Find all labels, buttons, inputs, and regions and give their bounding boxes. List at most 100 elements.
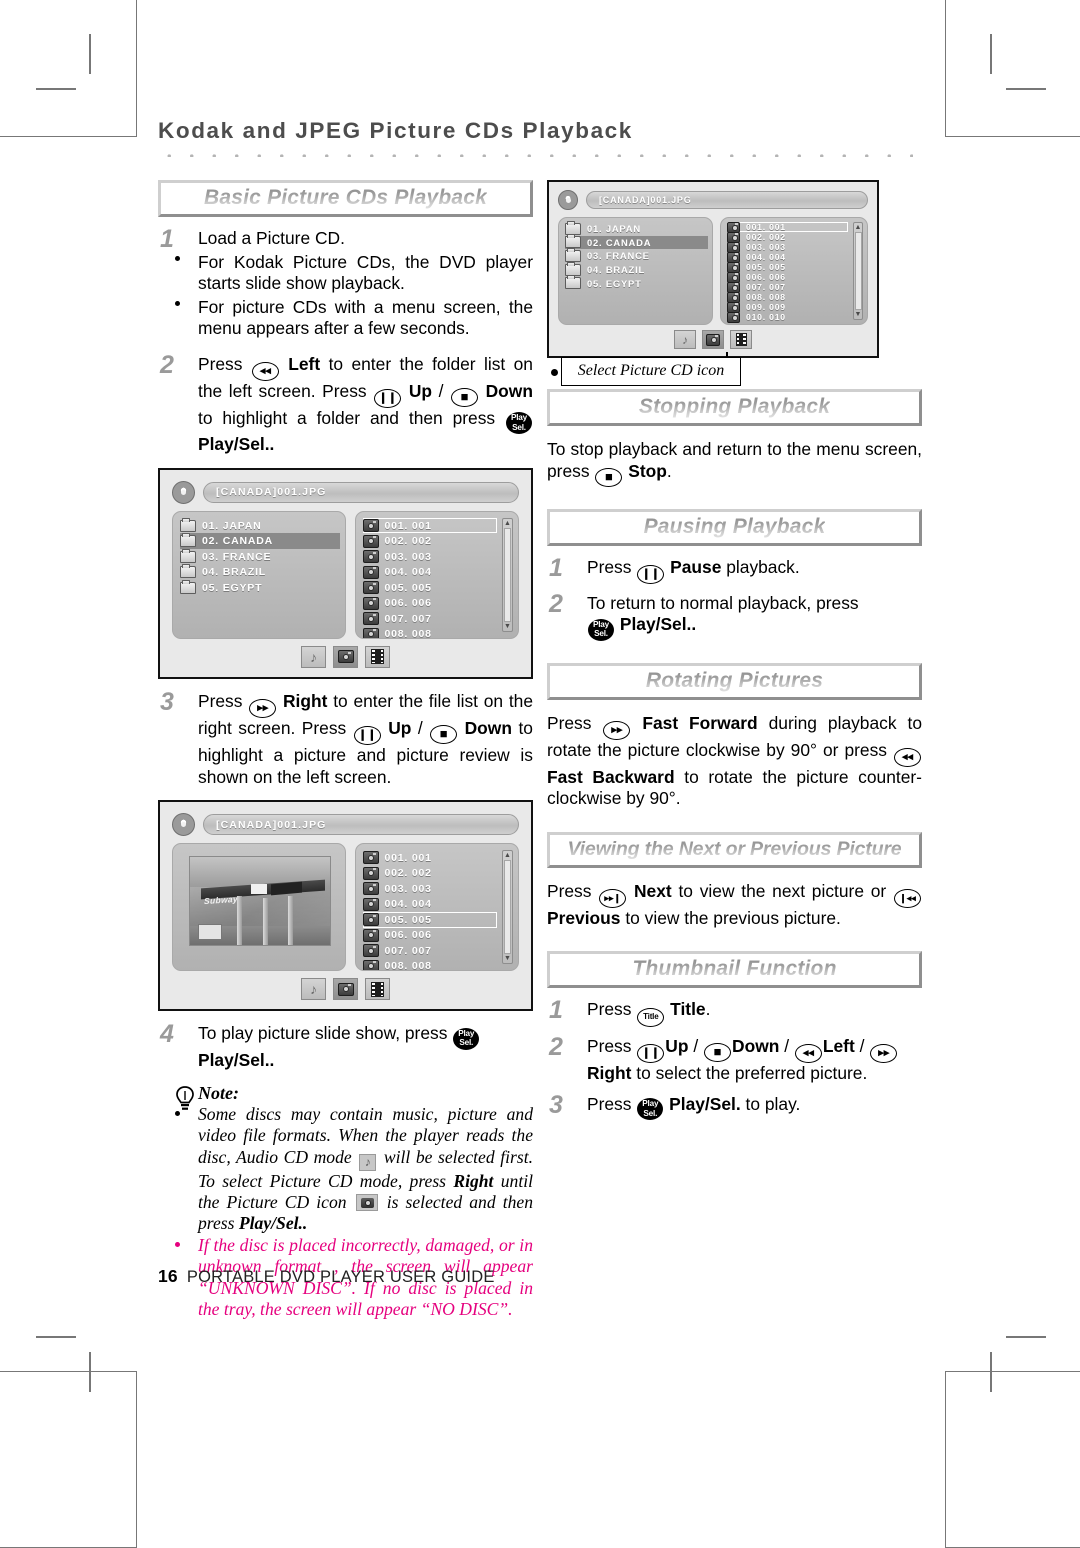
scroll-up-arrow-icon[interactable]: ▲ <box>855 224 862 231</box>
up-label: Up <box>408 380 432 401</box>
folder-row[interactable]: 01. JAPAN <box>180 517 340 534</box>
scroll-down-arrow-icon[interactable]: ▼ <box>504 955 511 962</box>
music-mode-button[interactable]: ♪ <box>301 978 326 1001</box>
file-list[interactable]: 001. 001 002. 002 003. 003 004. 004 005.… <box>727 221 848 323</box>
osd-panes: 01. JAPAN 02. CANADA 03. FRANCE 04. BRAZ… <box>172 510 519 639</box>
file-label: 007. 007 <box>384 612 432 625</box>
file-row[interactable]: 004. 004 <box>727 251 848 263</box>
folder-row-selected[interactable]: 02. CANADA <box>180 533 340 549</box>
step-4-play-slideshow: 4 To play picture slide show, press Play… <box>158 1020 533 1071</box>
file-list[interactable]: 001. 001 002. 002 003. 003 004. 004 005.… <box>362 850 498 971</box>
folder-label: 05. EGYPT <box>587 277 642 289</box>
osd-panes: Subway 001. 001 002. 002 003. 003 004. 0… <box>172 843 519 972</box>
file-pane[interactable]: 001. 001 002. 002 003. 003 004. 004 005.… <box>720 217 868 325</box>
stop-key-icon: ■ <box>595 467 623 487</box>
file-row[interactable]: 005. 005 <box>727 261 848 273</box>
file-row[interactable]: 006. 006 <box>362 595 498 611</box>
camera-icon <box>337 982 354 996</box>
file-row[interactable]: 008. 008 <box>362 626 498 638</box>
music-mode-button[interactable]: ♪ <box>301 645 326 668</box>
file-label: 005. 005 <box>746 262 786 272</box>
picture-mode-button[interactable] <box>702 330 724 349</box>
folder-label: 04. BRAZIL <box>202 566 267 579</box>
file-row[interactable]: 008. 008 <box>362 959 498 971</box>
file-row[interactable]: 008. 008 <box>727 291 848 303</box>
file-row[interactable]: 003. 003 <box>727 241 848 253</box>
scrollbar-thumb[interactable] <box>854 232 862 310</box>
file-row[interactable]: 009. 009 <box>727 301 848 313</box>
picture-file-icon <box>727 221 740 233</box>
folder-row[interactable]: 03. FRANCE <box>565 247 708 263</box>
fast-backward-label: Fast Backward <box>547 766 675 787</box>
file-row[interactable]: 007. 007 <box>362 611 498 627</box>
crop-corner-box-bl <box>0 1371 137 1548</box>
file-row[interactable]: 007. 007 <box>727 281 848 293</box>
folder-row-selected[interactable]: 02. CANADA <box>565 234 708 250</box>
osd-title-text: [CANADA]001.JPG <box>599 195 692 205</box>
music-mode-button[interactable]: ♪ <box>674 330 696 349</box>
note-right-bold: Right <box>453 1170 494 1191</box>
file-pane[interactable]: 001. 001 002. 002 003. 003 004. 004 005.… <box>354 843 519 972</box>
file-row-selected[interactable]: 001. 001 <box>362 517 497 534</box>
stopping-playback-body: To stop playback and return to the menu … <box>547 439 922 487</box>
file-row-selected[interactable]: 001. 001 <box>727 221 848 233</box>
scroll-down-arrow-icon[interactable]: ▼ <box>504 623 511 630</box>
file-list[interactable]: 001. 001 002. 002 003. 003 004. 004 005.… <box>362 517 498 638</box>
file-list-scrollbar[interactable]: ▲ ▼ <box>502 850 513 965</box>
scroll-up-arrow-icon[interactable]: ▲ <box>504 520 511 527</box>
file-row[interactable]: 002. 002 <box>362 533 498 549</box>
file-row[interactable]: 003. 003 <box>362 549 498 565</box>
file-row[interactable]: 006. 006 <box>727 271 848 283</box>
title-label: Title <box>670 999 706 1020</box>
folder-pane[interactable]: 01. JAPAN 02. CANADA 03. FRANCE 04. BRAZ… <box>558 217 713 325</box>
play-sel-key-icon: Play Sel. <box>506 412 532 435</box>
step4-text: To play picture slide show, press <box>198 1023 448 1044</box>
file-list-scrollbar[interactable]: ▲ ▼ <box>502 517 513 632</box>
file-row[interactable]: 006. 006 <box>362 928 498 944</box>
manual-page: Kodak and JPEG Picture CDs Playback Basi… <box>158 118 922 1319</box>
video-mode-button[interactable] <box>365 978 390 1001</box>
scrollbar-thumb[interactable] <box>504 527 511 622</box>
crop-corner-box-br <box>945 1371 1080 1548</box>
folder-row[interactable]: 05. EGYPT <box>565 275 708 290</box>
page-footer: 16 PORTABLE DVD PLAYER USER GUIDE <box>158 1266 495 1287</box>
file-list-scrollbar[interactable]: ▲ ▼ <box>853 222 863 320</box>
picture-mode-button[interactable] <box>333 645 358 668</box>
video-mode-button[interactable] <box>730 330 752 349</box>
file-label: 005. 005 <box>384 913 432 926</box>
folder-row[interactable]: 04. BRAZIL <box>180 564 340 580</box>
folder-row[interactable]: 01. JAPAN <box>565 220 708 236</box>
folder-row[interactable]: 03. FRANCE <box>180 548 340 565</box>
file-row[interactable]: 005. 005 <box>362 580 498 596</box>
file-row[interactable]: 007. 007 <box>362 943 498 959</box>
file-pane[interactable]: 001. 001 002. 002 003. 003 004. 004 005.… <box>354 510 519 639</box>
music-note-icon: ♪ <box>310 981 317 998</box>
folder-pane[interactable]: 01. JAPAN 02. CANADA 03. FRANCE 04. BRAZ… <box>172 510 346 639</box>
section-heading-label: Rotating Pictures <box>645 668 824 692</box>
file-row-selected[interactable]: 005. 005 <box>362 912 497 928</box>
file-row[interactable]: 010. 010 <box>727 311 848 323</box>
picture-file-icon <box>727 291 740 303</box>
scroll-up-arrow-icon[interactable]: ▲ <box>504 852 511 859</box>
file-label: 002. 002 <box>746 232 786 242</box>
file-row[interactable]: 003. 003 <box>362 881 498 897</box>
file-row[interactable]: 004. 004 <box>362 897 498 913</box>
osd-header: [CANADA]001.JPG <box>558 190 868 210</box>
video-mode-button[interactable] <box>365 645 390 668</box>
file-row[interactable]: 002. 002 <box>727 231 848 243</box>
picture-file-icon <box>727 261 740 273</box>
note-label-line: Note: <box>158 1083 533 1104</box>
folder-icon <box>180 517 196 532</box>
scrollbar-thumb[interactable] <box>504 860 511 955</box>
file-row[interactable]: 004. 004 <box>362 564 498 580</box>
crop-tick-v-bl <box>89 1352 91 1392</box>
step-text: To play picture slide show, press Play S… <box>198 1023 533 1071</box>
file-row[interactable]: 002. 002 <box>362 866 498 882</box>
scroll-down-arrow-icon[interactable]: ▼ <box>855 311 862 318</box>
section-heading-pausing-playback: Pausing Playback <box>547 508 922 546</box>
osd-title-bar: [CANADA]001.JPG <box>203 814 519 836</box>
file-row[interactable]: 001. 001 <box>362 850 498 866</box>
folder-row[interactable]: 04. BRAZIL <box>565 261 708 277</box>
picture-mode-button[interactable] <box>333 978 358 1001</box>
folder-row[interactable]: 05. EGYPT <box>180 579 340 596</box>
